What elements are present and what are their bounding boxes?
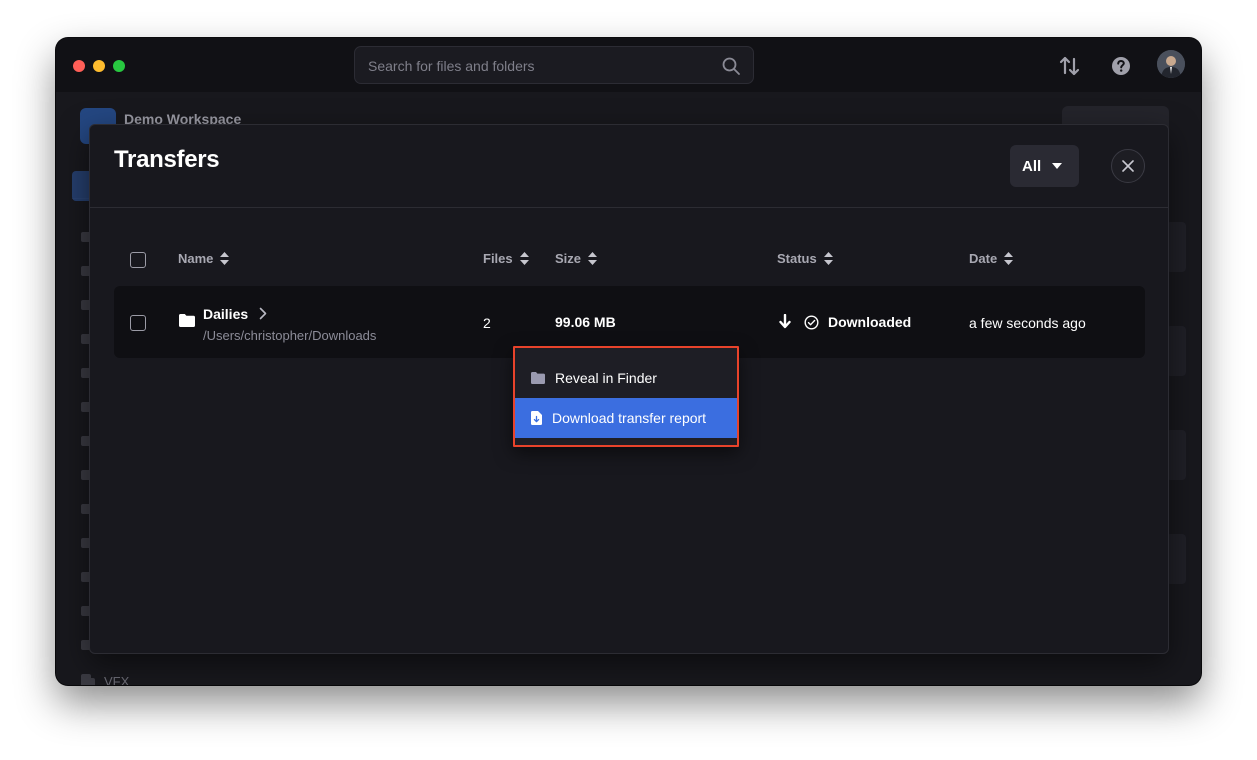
sort-icon: [220, 252, 230, 265]
caret-down-icon: [1052, 163, 1062, 169]
transfer-path: /Users/christopher/Downloads: [203, 328, 377, 343]
column-label: Date: [969, 251, 998, 266]
check-circle-icon: [804, 315, 819, 330]
modal-divider: [90, 207, 1168, 208]
row-checkbox[interactable]: [130, 315, 146, 331]
title-bar: Search for files and folders: [56, 38, 1201, 92]
sidebar-folder-icon: [81, 678, 95, 685]
transfers-icon[interactable]: [1059, 55, 1081, 77]
background-card: [1166, 534, 1186, 584]
sort-icon: [588, 252, 598, 265]
folder-icon: [179, 314, 195, 327]
status-badge: Downloaded: [828, 314, 912, 330]
search-input[interactable]: Search for files and folders: [368, 58, 535, 74]
sort-icon: [519, 252, 529, 265]
sort-icon: [823, 252, 833, 265]
column-header-name[interactable]: Name: [178, 251, 230, 266]
search-icon[interactable]: [721, 56, 741, 76]
transfer-date: a few seconds ago: [969, 315, 1086, 331]
transfer-name[interactable]: Dailies: [203, 306, 248, 322]
filter-selected: All: [1022, 158, 1042, 175]
select-all-checkbox[interactable]: [130, 252, 146, 268]
modal-title: Transfers: [114, 146, 220, 173]
menu-item-label: Reveal in Finder: [555, 370, 657, 386]
close-button[interactable]: [1111, 149, 1145, 183]
transfers-modal: Transfers All Name Files Size Status Dat…: [89, 124, 1169, 654]
column-header-files[interactable]: Files: [483, 251, 529, 266]
chevron-right-icon[interactable]: [259, 307, 267, 320]
background-card: [1166, 430, 1186, 480]
close-icon: [1122, 160, 1134, 172]
column-header-status[interactable]: Status: [777, 251, 833, 266]
folder-icon: [531, 372, 545, 384]
column-label: Status: [777, 251, 817, 266]
column-header-date[interactable]: Date: [969, 251, 1014, 266]
column-label: Size: [555, 251, 582, 266]
file-download-icon: [531, 411, 542, 425]
column-label: Files: [483, 251, 513, 266]
sidebar-item-vfx: VFX: [104, 674, 130, 685]
filter-dropdown[interactable]: All: [1010, 145, 1079, 187]
background-card: [1166, 222, 1186, 272]
column-label: Name: [178, 251, 214, 266]
menu-item-label: Download transfer report: [552, 410, 707, 426]
window-close-button[interactable]: [73, 60, 85, 72]
window-minimize-button[interactable]: [93, 60, 105, 72]
transfer-size: 99.06 MB: [555, 314, 616, 330]
user-avatar[interactable]: [1157, 50, 1185, 78]
menu-item-reveal-in-finder[interactable]: Reveal in Finder: [515, 358, 737, 398]
download-arrow-icon: [779, 314, 791, 329]
menu-item-download-transfer-report[interactable]: Download transfer report: [515, 398, 737, 438]
sort-icon: [1004, 252, 1014, 265]
files-count: 2: [483, 315, 491, 331]
help-icon[interactable]: [1110, 55, 1132, 77]
column-header-size[interactable]: Size: [555, 251, 598, 266]
background-card: [1166, 326, 1186, 376]
context-menu: Reveal in Finder Download transfer repor…: [513, 347, 739, 447]
search-bar[interactable]: Search for files and folders: [354, 46, 754, 84]
app-window: Search for files and folders Demo Worksp…: [56, 38, 1201, 685]
window-zoom-button[interactable]: [113, 60, 125, 72]
